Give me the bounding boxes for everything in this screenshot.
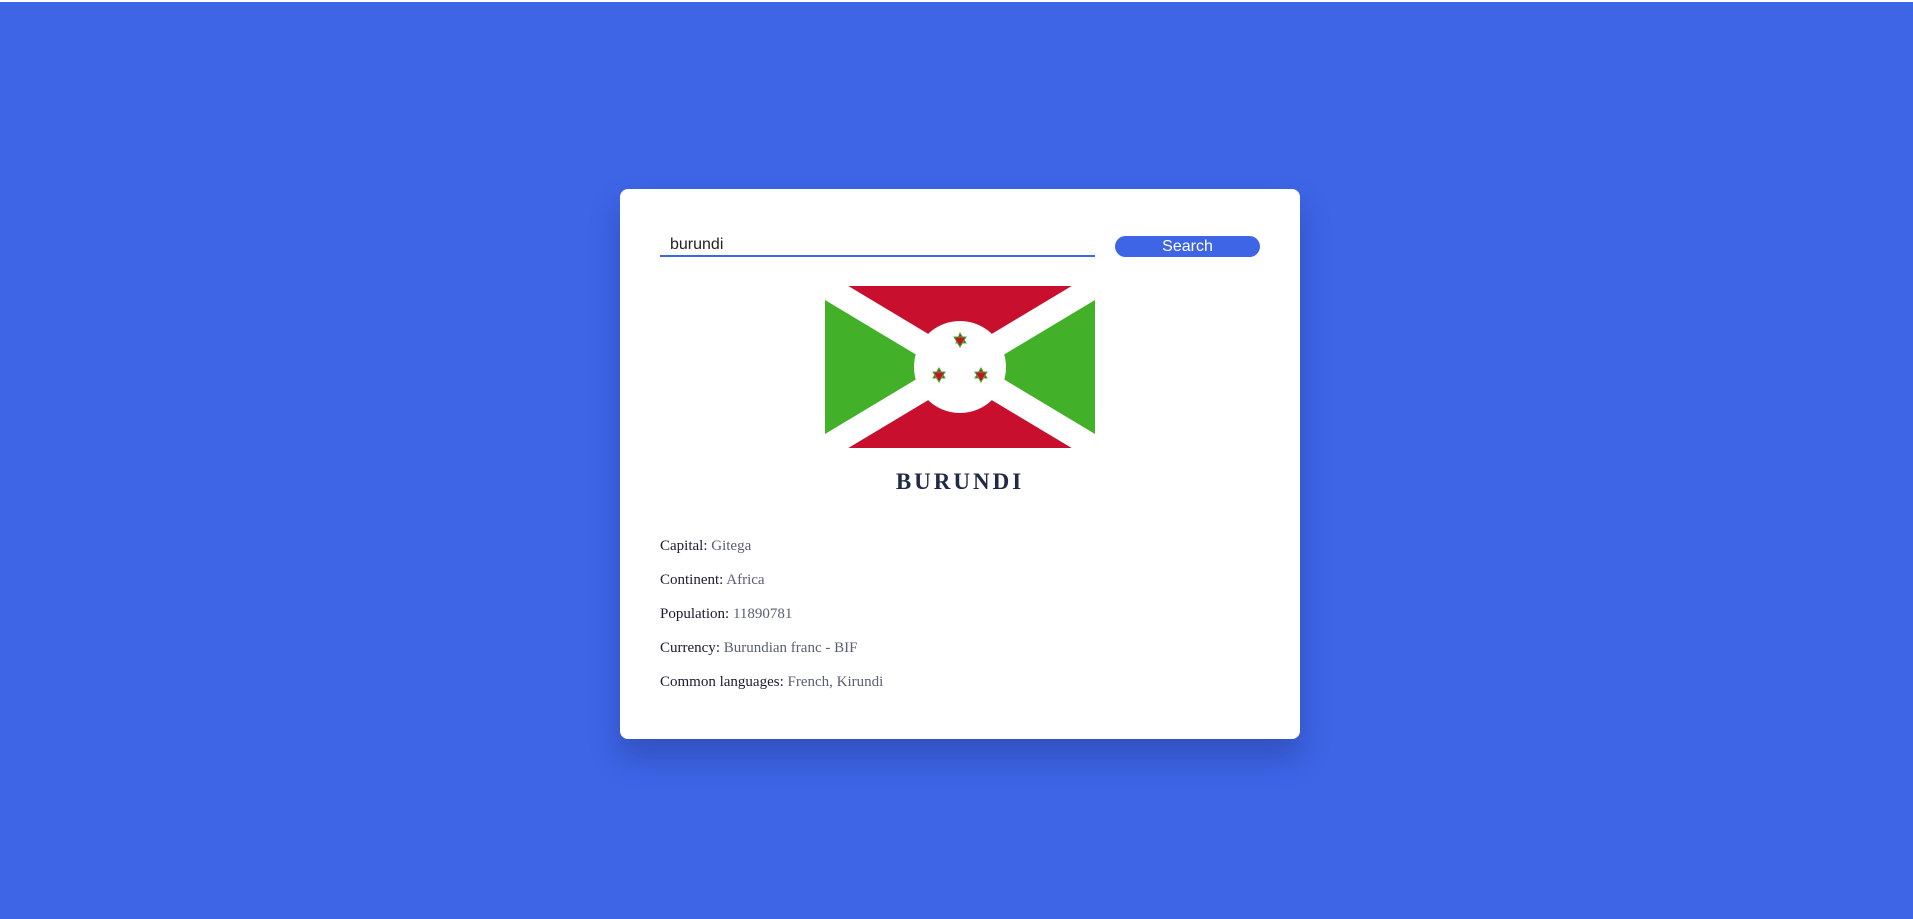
- country-details: Capital: Gitega Continent: Africa Popula…: [660, 536, 1260, 706]
- burundi-flag-image: [825, 286, 1095, 448]
- search-button[interactable]: Search: [1115, 236, 1260, 257]
- detail-value: Burundian franc - BIF: [723, 640, 858, 656]
- detail-label: Population: [660, 606, 726, 622]
- detail-label: Continent: [660, 572, 720, 588]
- detail-value: 11890781: [732, 606, 793, 622]
- detail-population: Population: 11890781: [660, 606, 793, 622]
- detail-currency: Currency: Burundian franc - BIF: [660, 640, 858, 656]
- detail-value: French, Kirundi: [787, 674, 884, 690]
- detail-label: Common languages: [660, 674, 780, 690]
- detail-capital: Capital: Gitega: [660, 538, 752, 554]
- detail-value: Africa: [726, 572, 765, 588]
- country-name: BURUNDI: [895, 469, 1025, 494]
- search-bar: Search: [660, 235, 1260, 259]
- detail-value: Gitega: [711, 538, 752, 554]
- country-flag: [825, 286, 1095, 448]
- detail-languages: Common languages: French, Kirundi: [660, 674, 884, 690]
- search-input[interactable]: [660, 235, 1095, 257]
- detail-label: Capital: [660, 538, 704, 554]
- country-card: Search: [620, 189, 1300, 739]
- page-background: Search: [0, 2, 1913, 919]
- detail-label: Currency: [660, 640, 716, 656]
- detail-continent: Continent: Africa: [660, 572, 765, 588]
